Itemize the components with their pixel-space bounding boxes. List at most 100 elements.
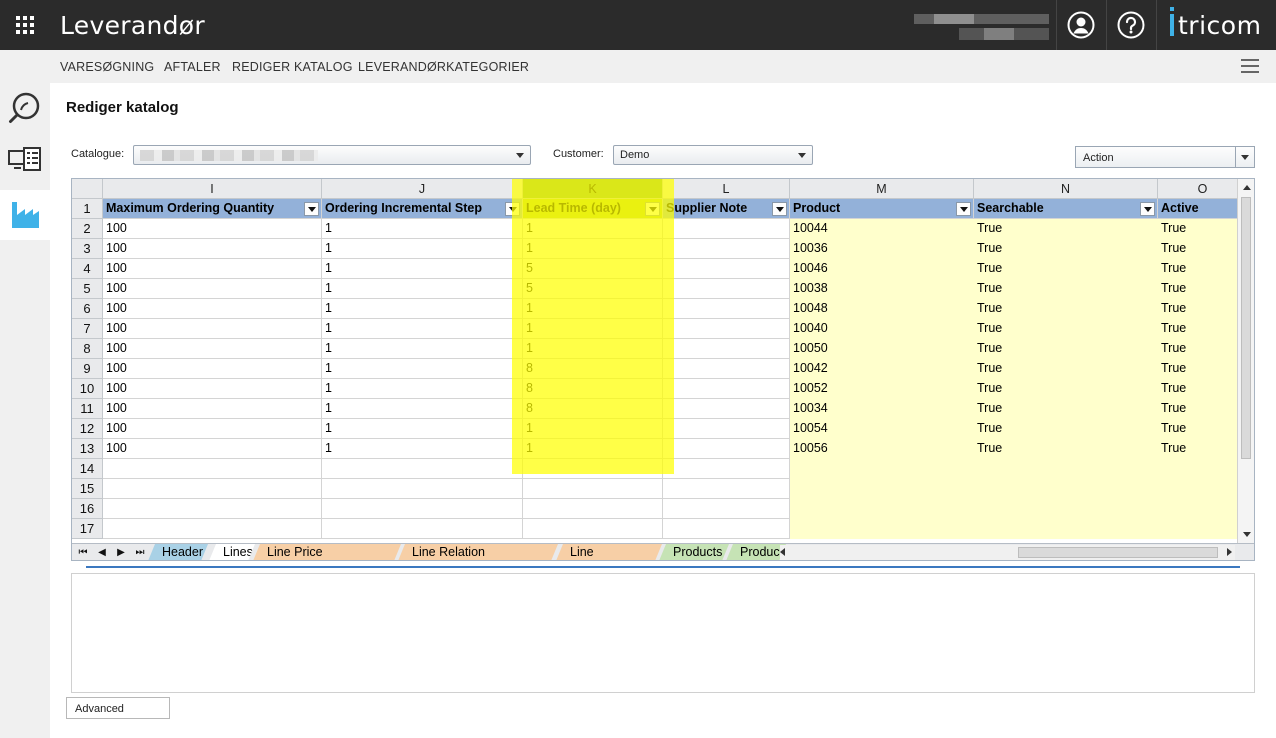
- table-cell[interactable]: True: [974, 399, 1158, 419]
- table-cell[interactable]: 1: [322, 359, 523, 379]
- table-cell[interactable]: True: [974, 299, 1158, 319]
- column-header-i[interactable]: I: [103, 179, 322, 199]
- table-cell[interactable]: 1: [322, 279, 523, 299]
- table-cell[interactable]: 100: [103, 259, 322, 279]
- vertical-scroll-thumb[interactable]: [1241, 197, 1251, 459]
- table-header-cell[interactable]: Product: [790, 199, 974, 219]
- table-header-cell[interactable]: Maximum Ordering Quantity: [103, 199, 322, 219]
- table-cell[interactable]: [663, 519, 790, 539]
- table-cell[interactable]: [103, 459, 322, 479]
- table-cell[interactable]: 1: [322, 399, 523, 419]
- sheet-tab-line-categories[interactable]: Line Categories: [556, 544, 662, 561]
- scroll-left-icon[interactable]: [780, 548, 785, 556]
- app-launcher-icon[interactable]: [16, 16, 34, 34]
- row-header[interactable]: 5: [72, 279, 103, 299]
- table-cell[interactable]: [322, 479, 523, 499]
- table-cell[interactable]: True: [1158, 399, 1248, 419]
- table-cell[interactable]: [790, 519, 974, 539]
- row-header[interactable]: 1: [72, 199, 103, 219]
- table-cell[interactable]: True: [974, 359, 1158, 379]
- table-cell[interactable]: 1: [523, 339, 663, 359]
- table-cell[interactable]: [523, 459, 663, 479]
- table-cell[interactable]: [663, 319, 790, 339]
- table-cell[interactable]: [663, 399, 790, 419]
- table-cell[interactable]: 10044: [790, 219, 974, 239]
- table-cell[interactable]: True: [974, 219, 1158, 239]
- filter-dropdown-icon[interactable]: [772, 202, 787, 216]
- table-cell[interactable]: True: [1158, 419, 1248, 439]
- table-cell[interactable]: True: [1158, 219, 1248, 239]
- table-cell[interactable]: True: [974, 419, 1158, 439]
- row-header[interactable]: 16: [72, 499, 103, 519]
- table-cell[interactable]: True: [974, 339, 1158, 359]
- sheet-tab-products[interactable]: Products: [659, 544, 729, 561]
- table-cell[interactable]: 10050: [790, 339, 974, 359]
- sheet-tab-line-relation-information[interactable]: Line Relation Information: [398, 544, 558, 561]
- table-cell[interactable]: 8: [523, 379, 663, 399]
- first-sheet-icon[interactable]: ⏮: [76, 546, 90, 560]
- table-cell[interactable]: [663, 279, 790, 299]
- table-cell[interactable]: [663, 299, 790, 319]
- table-cell[interactable]: [1158, 459, 1248, 479]
- spreadsheet[interactable]: I J K L M N O 1 2 3 4 5 6 7 8 9 10 11 12 13 14 15 16 17 Maximum …: [71, 178, 1255, 561]
- profile-icon[interactable]: [1067, 11, 1095, 39]
- table-cell[interactable]: [322, 459, 523, 479]
- column-header-k[interactable]: K: [523, 179, 663, 199]
- row-header[interactable]: 14: [72, 459, 103, 479]
- table-header-cell[interactable]: Supplier Note: [663, 199, 790, 219]
- nav-item-aftaler[interactable]: AFTALER: [164, 60, 221, 74]
- row-header[interactable]: 15: [72, 479, 103, 499]
- table-cell[interactable]: 10046: [790, 259, 974, 279]
- table-cell[interactable]: 8: [523, 359, 663, 379]
- sheet-tab-produc[interactable]: Produc: [726, 544, 786, 561]
- table-cell[interactable]: [322, 519, 523, 539]
- table-cell[interactable]: True: [974, 379, 1158, 399]
- table-cell[interactable]: [663, 339, 790, 359]
- table-cell[interactable]: 5: [523, 259, 663, 279]
- table-cell[interactable]: [663, 239, 790, 259]
- table-cell[interactable]: 10052: [790, 379, 974, 399]
- table-cell[interactable]: [790, 459, 974, 479]
- table-cell[interactable]: 10048: [790, 299, 974, 319]
- filter-dropdown-icon[interactable]: [645, 202, 660, 216]
- table-cell[interactable]: 8: [523, 399, 663, 419]
- table-cell[interactable]: 100: [103, 239, 322, 259]
- row-header[interactable]: 8: [72, 339, 103, 359]
- table-cell[interactable]: [790, 479, 974, 499]
- table-cell[interactable]: [523, 479, 663, 499]
- action-select[interactable]: Action: [1075, 146, 1255, 168]
- sheet-tab-lines[interactable]: Lines: [209, 544, 255, 561]
- table-cell[interactable]: [663, 459, 790, 479]
- row-header[interactable]: 10: [72, 379, 103, 399]
- table-cell[interactable]: 1: [322, 339, 523, 359]
- filter-dropdown-icon[interactable]: [1140, 202, 1155, 216]
- last-sheet-icon[interactable]: ⏭: [133, 546, 147, 560]
- table-cell[interactable]: [663, 219, 790, 239]
- column-header-m[interactable]: M: [790, 179, 974, 199]
- next-sheet-icon[interactable]: ▶: [114, 546, 128, 560]
- filter-dropdown-icon[interactable]: [304, 202, 319, 216]
- table-cell[interactable]: [523, 519, 663, 539]
- table-cell[interactable]: 100: [103, 279, 322, 299]
- advanced-button[interactable]: Advanced: [66, 697, 170, 719]
- table-cell[interactable]: [974, 459, 1158, 479]
- hamburger-menu-icon[interactable]: [1241, 59, 1259, 73]
- table-cell[interactable]: True: [1158, 259, 1248, 279]
- row-header[interactable]: 12: [72, 419, 103, 439]
- table-cell[interactable]: [974, 519, 1158, 539]
- row-header[interactable]: 2: [72, 219, 103, 239]
- table-cell[interactable]: True: [1158, 379, 1248, 399]
- table-cell[interactable]: 1: [523, 439, 663, 459]
- table-cell[interactable]: [974, 479, 1158, 499]
- sidebar-catalog-button[interactable]: [0, 136, 50, 186]
- row-header[interactable]: 4: [72, 259, 103, 279]
- nav-item-rediger-katalog[interactable]: REDIGER KATALOG: [232, 60, 353, 74]
- table-cell[interactable]: 1: [322, 319, 523, 339]
- table-header-cell[interactable]: Searchable: [974, 199, 1158, 219]
- table-cell[interactable]: True: [1158, 319, 1248, 339]
- sidebar-supplier-button[interactable]: [0, 190, 50, 240]
- table-cell[interactable]: [663, 379, 790, 399]
- help-icon[interactable]: [1117, 11, 1145, 39]
- table-cell[interactable]: True: [974, 439, 1158, 459]
- table-cell[interactable]: 1: [322, 239, 523, 259]
